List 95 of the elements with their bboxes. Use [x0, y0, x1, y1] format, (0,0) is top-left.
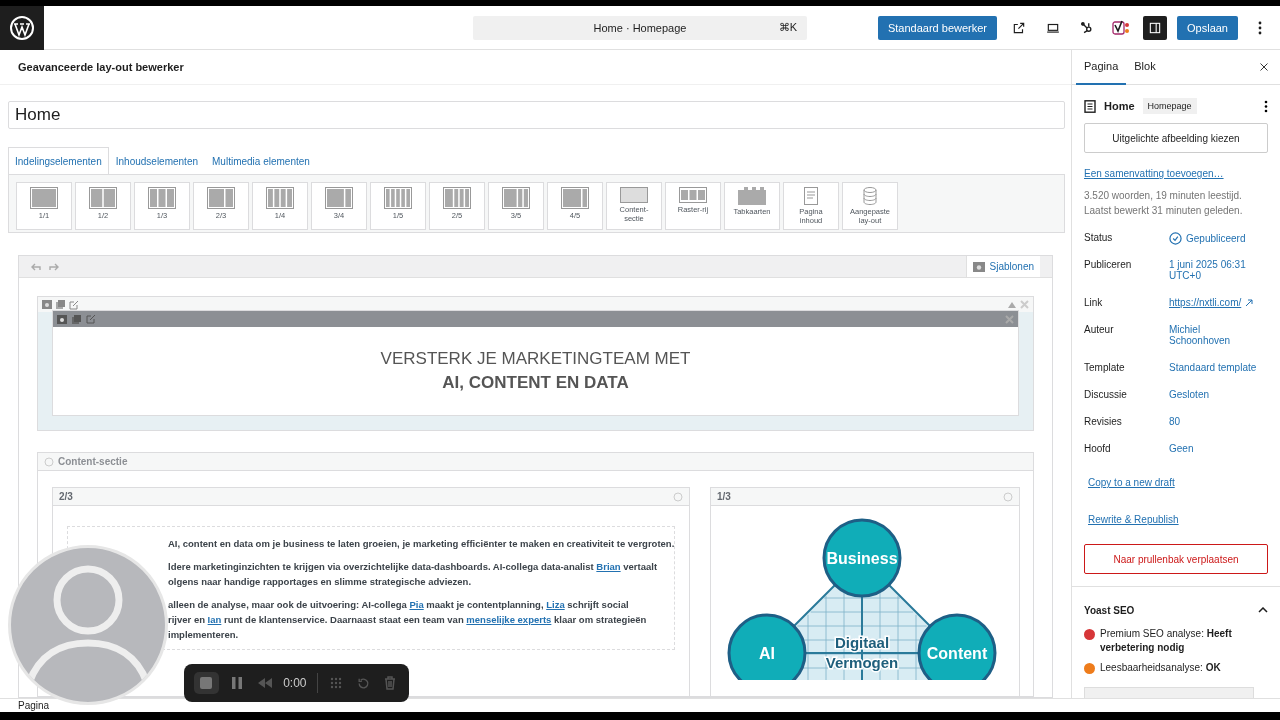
redo-icon[interactable] [49, 262, 59, 271]
editor-title: Geavanceerde lay-out bewerker [0, 50, 1071, 85]
action-link[interactable]: Rewrite & Republish [1088, 514, 1179, 525]
editor-button[interactable]: Standaard bewerker [877, 15, 997, 40]
text-link[interactable]: Pia [409, 599, 424, 610]
field-label: Revisies [1084, 416, 1123, 427]
document-icon [1084, 99, 1096, 113]
column-layout-icon [148, 187, 176, 209]
hero-subheading: AI, CONTENT EN DATA [442, 373, 629, 393]
column-layout-icon [384, 187, 412, 209]
field-label: Hoofd [1084, 443, 1112, 454]
command-bar[interactable]: Home · Homepage ⌘K [473, 15, 807, 40]
circle-icon[interactable] [1003, 491, 1013, 502]
sidebar-tab[interactable]: Pagina [1076, 50, 1127, 85]
templates-button[interactable]: Sjablonen [965, 256, 1040, 277]
field-value[interactable]: 80 [1169, 416, 1181, 427]
edit-icon[interactable] [69, 299, 79, 310]
column-layout-icon [89, 187, 117, 209]
save-icon[interactable] [42, 300, 52, 309]
field-value[interactable]: Geen [1169, 443, 1194, 454]
field-label: Link [1084, 297, 1104, 308]
page-stats: 3.520 woorden, 19 minuten leestijd. [1084, 189, 1243, 203]
save-icon[interactable] [57, 314, 67, 324]
section-icon [620, 187, 648, 203]
column-label: 1/3 [717, 491, 731, 502]
action-link[interactable]: Copy to a new draft [1088, 477, 1175, 488]
text-link[interactable]: Ian [207, 614, 222, 625]
grid-row-icon [679, 187, 707, 203]
paragraph-line: olgens naar handige rapportages en slimme strategische adviezen. [168, 575, 472, 588]
save-button[interactable]: Opslaan [1177, 15, 1238, 40]
circle-icon[interactable] [673, 491, 683, 502]
column-layout-icon [30, 187, 58, 209]
field-label: Template [1084, 362, 1126, 373]
shortcut-hint: ⌘K [778, 21, 797, 34]
featured-image-button[interactable]: Uitgelichte afbeelding kiezen [1084, 123, 1268, 153]
paragraph-line: AI, content en data om je business te laten groeien, je marketing efficiënter te maken en creativiteit te vergroten. [168, 537, 675, 550]
field-label: Publiceren [1084, 259, 1133, 270]
template-icon [972, 261, 985, 272]
field-label: Auteur [1084, 324, 1115, 335]
node-label: AI [759, 645, 775, 662]
text-link[interactable]: menselijke experts [466, 614, 552, 625]
sidebar-toggle-icon[interactable] [1143, 15, 1167, 40]
stop-icon[interactable] [194, 672, 219, 694]
command-title: Home · Homepage [593, 21, 687, 34]
column-layout-icon [502, 187, 530, 209]
column-layout-icon [207, 187, 235, 209]
column-layout-icon [443, 187, 471, 209]
analysis-result: Premium SEO analyse: Heeft verbetering nodig [1100, 627, 1233, 655]
page-title: Home [1104, 100, 1135, 112]
paragraph-line: implementeren. [168, 628, 239, 641]
sidebar-tab[interactable]: Blok [1126, 50, 1164, 85]
collapse-icon[interactable] [1008, 301, 1016, 308]
paragraph-line: ldere marketinginzichten te krijgen via overzichtelijke data-dashboards. AI-collega data-analist Brian vertaalt [168, 560, 658, 573]
element-tab[interactable]: Multimedia elementen [205, 147, 317, 174]
node-label: Business [826, 550, 898, 567]
edit-icon[interactable] [86, 314, 96, 324]
text-link[interactable]: Brian [596, 561, 621, 572]
column-layout-icon [266, 187, 294, 209]
wordpress-logo[interactable] [10, 15, 34, 40]
field-value[interactable]: Standaard template [1169, 362, 1257, 373]
column-label: 2/3 [59, 491, 73, 502]
more-icon[interactable] [1264, 99, 1268, 113]
text-link[interactable]: Liza [546, 599, 565, 610]
check-circle-icon [1169, 232, 1182, 245]
title-field[interactable]: Home [8, 101, 1065, 129]
external-arrow-icon [1245, 299, 1254, 307]
section-label: Content-sectie [58, 456, 128, 467]
excerpt-link[interactable]: Een samenvatting toevoegen… [1084, 168, 1224, 179]
element-tab[interactable]: Inhoudselementen [108, 147, 206, 174]
undo-icon[interactable] [31, 262, 41, 271]
field-value[interactable]: Michiel Schoonhoven [1169, 324, 1231, 346]
tabs-icon [738, 187, 766, 205]
page-badge: Homepage [1142, 98, 1197, 114]
paragraph-line: rijver en Ian runt de klantenservice. Daarnaast staat een team van menselijke experts klaar om strategieën [168, 613, 647, 626]
field-value[interactable]: 1 juni 2025 06:31 UTC+0 [1169, 259, 1246, 281]
analysis-result: Leesbaarheidsanalyse: OK [1100, 661, 1221, 675]
column-layout-icon [325, 187, 353, 209]
node-label: Content [926, 645, 988, 662]
column-layout-icon [561, 187, 589, 209]
hero-heading: VERSTERK JE MARKETINGTEAM MET [380, 349, 691, 369]
field-value[interactable]: Gesloten [1169, 389, 1210, 400]
recording-time: 0:00 [283, 676, 307, 690]
field-value[interactable]: https://nxtli.com/ [1169, 297, 1242, 308]
database-icon [863, 187, 877, 205]
yoast-panel-toggle[interactable]: Yoast SEO [1084, 599, 1268, 621]
field-value[interactable]: Gepubliceerd [1169, 232, 1246, 245]
status-bar: Pagina [0, 698, 1280, 712]
paragraph-line: alleen de analyse, maar ook de uitvoering: AI-collega Pia maakt je contentplanning, Liza schrijft social [168, 598, 629, 611]
field-label: Status [1084, 232, 1114, 243]
page-stats: Laatst bewerkt 31 minuten geleden. [1084, 204, 1244, 218]
element-tab[interactable]: Indelingselementen [8, 147, 109, 174]
trash-button[interactable]: Naar prullenbak verplaatsen [1084, 544, 1268, 574]
page-icon [804, 187, 818, 205]
circle-icon[interactable] [44, 456, 54, 467]
field-label: Discussie [1084, 389, 1128, 400]
